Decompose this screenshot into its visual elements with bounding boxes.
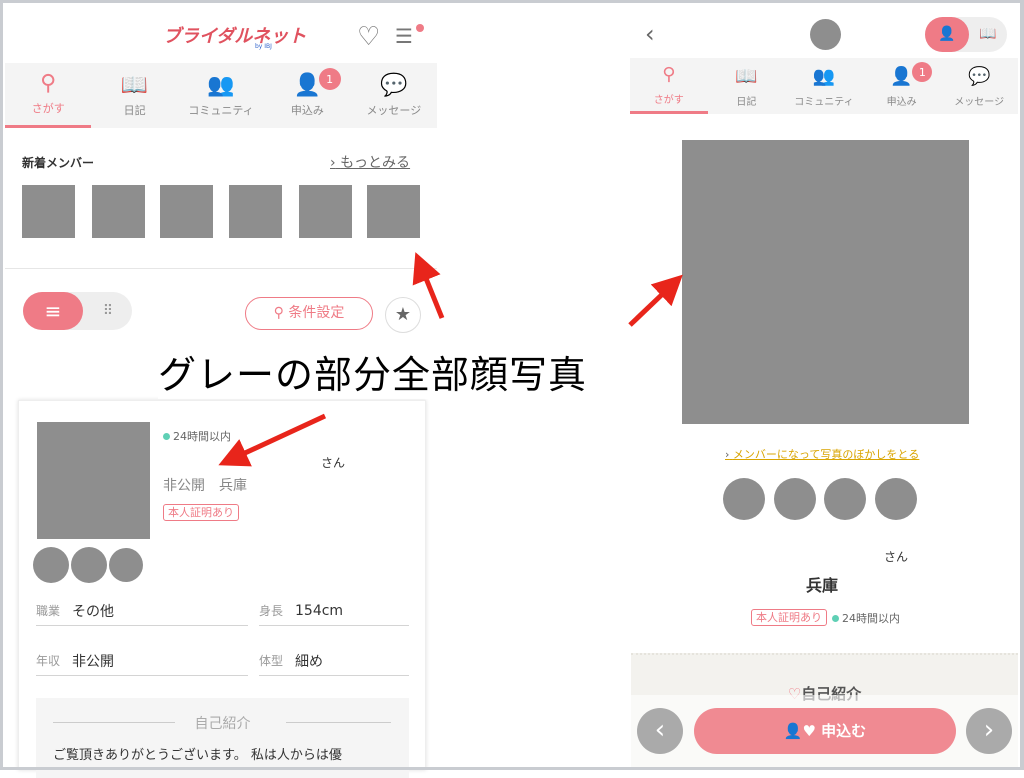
arrow [218, 413, 327, 467]
arrow [412, 252, 445, 319]
arrow [628, 274, 683, 327]
annotation-arrows [218, 252, 683, 467]
